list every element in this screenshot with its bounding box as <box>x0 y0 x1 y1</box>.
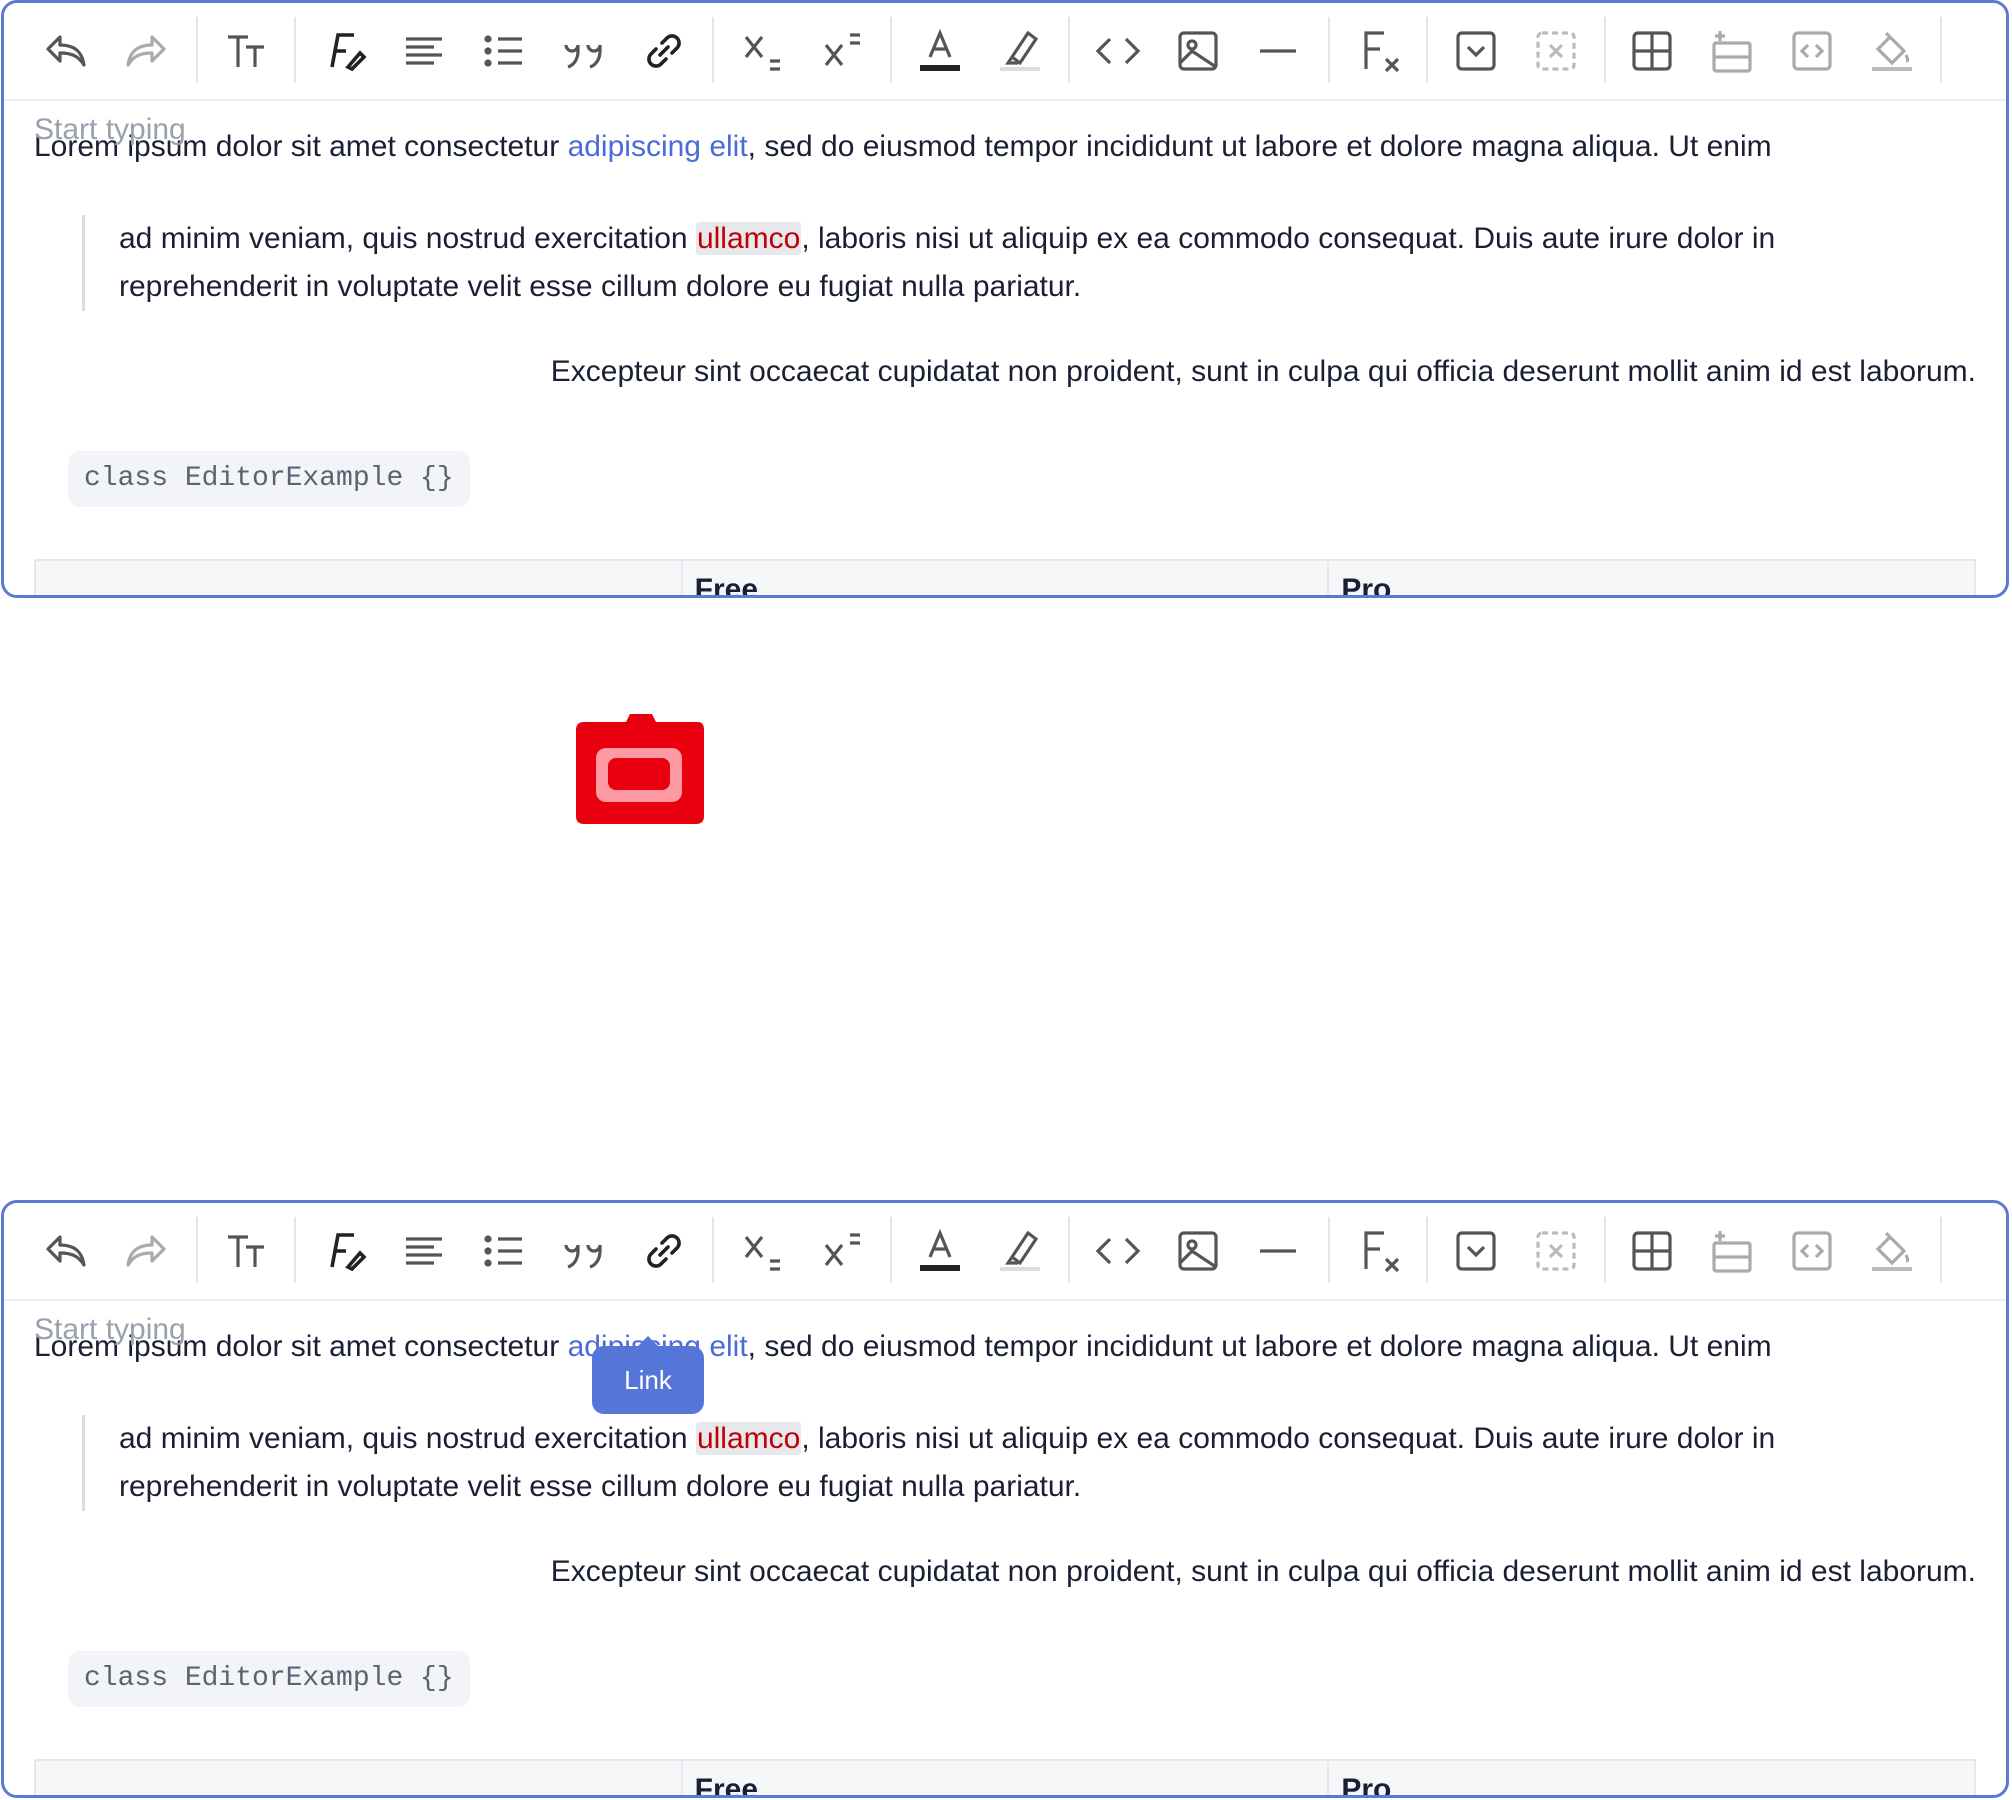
unset-icon[interactable] <box>1530 1225 1582 1277</box>
horizontal-rule-icon[interactable] <box>1252 1225 1304 1277</box>
table-header-cell[interactable] <box>36 1761 681 1795</box>
inline-code: class EditorExample {} <box>68 1651 470 1707</box>
clear-format-icon[interactable] <box>1354 1225 1406 1277</box>
list-icon[interactable] <box>478 25 530 77</box>
link-icon[interactable] <box>638 25 690 77</box>
red-camera-icon <box>572 712 706 826</box>
link-icon[interactable] <box>638 1225 690 1277</box>
highlighted-word: ullamco <box>695 1422 802 1455</box>
insert-row-icon[interactable] <box>1706 1225 1758 1277</box>
blockquote: ad minim veniam, quis nostrud exercitati… <box>82 1415 2006 1511</box>
code-icon[interactable] <box>1092 25 1144 77</box>
table: Free Pro <box>34 1759 1976 1795</box>
quote-icon[interactable] <box>558 1225 610 1277</box>
clear-format-icon[interactable] <box>1354 25 1406 77</box>
right-aligned-paragraph: Excepteur sint occaecat cupidatat non pr… <box>550 355 1976 388</box>
table-header-cell[interactable]: Free <box>680 561 1328 595</box>
table-header-cell[interactable] <box>36 561 681 595</box>
paragraph-line: Lorem ipsum dolor sit amet consectetur a… <box>34 130 1772 163</box>
text-color-icon[interactable] <box>914 1225 966 1277</box>
table: Free Pro <box>34 559 1976 595</box>
details-icon[interactable] <box>1450 25 1502 77</box>
table-header-cell[interactable]: Free <box>680 1761 1328 1795</box>
toolbar <box>4 3 2006 101</box>
inline-code: class EditorExample {} <box>68 451 470 507</box>
table-icon[interactable] <box>1626 25 1678 77</box>
text-size-icon[interactable] <box>220 1225 272 1277</box>
image-icon[interactable] <box>1172 1225 1224 1277</box>
highlighted-word: ullamco <box>695 222 802 255</box>
right-aligned-paragraph: Excepteur sint occaecat cupidatat non pr… <box>550 1555 1976 1588</box>
editor-top: Start typing Lorem ipsum dolor sit amet … <box>1 0 2009 598</box>
undo-icon[interactable] <box>40 1225 92 1277</box>
subscript-icon[interactable] <box>738 25 790 77</box>
redo-icon[interactable] <box>120 1225 172 1277</box>
inline-link[interactable]: adipiscing elit <box>568 130 748 163</box>
code-icon[interactable] <box>1092 1225 1144 1277</box>
superscript-icon[interactable] <box>818 25 870 77</box>
paint-bucket-icon[interactable] <box>1866 1225 1918 1277</box>
unset-icon[interactable] <box>1530 25 1582 77</box>
align-icon[interactable] <box>398 25 450 77</box>
table-icon[interactable] <box>1626 1225 1678 1277</box>
redo-icon[interactable] <box>120 25 172 77</box>
editor-bottom: Start typing Lorem ipsum dolor sit amet … <box>1 1200 2009 1798</box>
superscript-icon[interactable] <box>818 1225 870 1277</box>
highlight-icon[interactable] <box>994 25 1046 77</box>
details-icon[interactable] <box>1450 1225 1502 1277</box>
embed-icon[interactable] <box>1786 25 1838 77</box>
highlight-icon[interactable] <box>994 1225 1046 1277</box>
table-header-cell[interactable]: Pro <box>1327 561 1974 595</box>
list-icon[interactable] <box>478 1225 530 1277</box>
blockquote: ad minim veniam, quis nostrud exercitati… <box>82 215 2006 311</box>
quote-icon[interactable] <box>558 25 610 77</box>
insert-row-icon[interactable] <box>1706 25 1758 77</box>
text-color-icon[interactable] <box>914 25 966 77</box>
horizontal-rule-icon[interactable] <box>1252 25 1304 77</box>
undo-icon[interactable] <box>40 25 92 77</box>
text-size-icon[interactable] <box>220 25 272 77</box>
align-icon[interactable] <box>398 1225 450 1277</box>
paragraph-line: Lorem ipsum dolor sit amet consectetur a… <box>34 1330 1772 1363</box>
link-tooltip: Link <box>592 1336 704 1414</box>
table-header-cell[interactable]: Pro <box>1327 1761 1974 1795</box>
paint-bucket-icon[interactable] <box>1866 25 1918 77</box>
embed-icon[interactable] <box>1786 1225 1838 1277</box>
placeholder-text: Start typing <box>34 1313 186 1346</box>
font-style-icon[interactable] <box>318 25 370 77</box>
placeholder-text: Start typing <box>34 113 186 146</box>
editor-content[interactable]: Start typing Lorem ipsum dolor sit amet … <box>4 1299 2006 1795</box>
image-icon[interactable] <box>1172 25 1224 77</box>
font-style-icon[interactable] <box>318 1225 370 1277</box>
toolbar <box>4 1203 2006 1301</box>
subscript-icon[interactable] <box>738 1225 790 1277</box>
editor-content[interactable]: Start typing Lorem ipsum dolor sit amet … <box>4 99 2006 595</box>
